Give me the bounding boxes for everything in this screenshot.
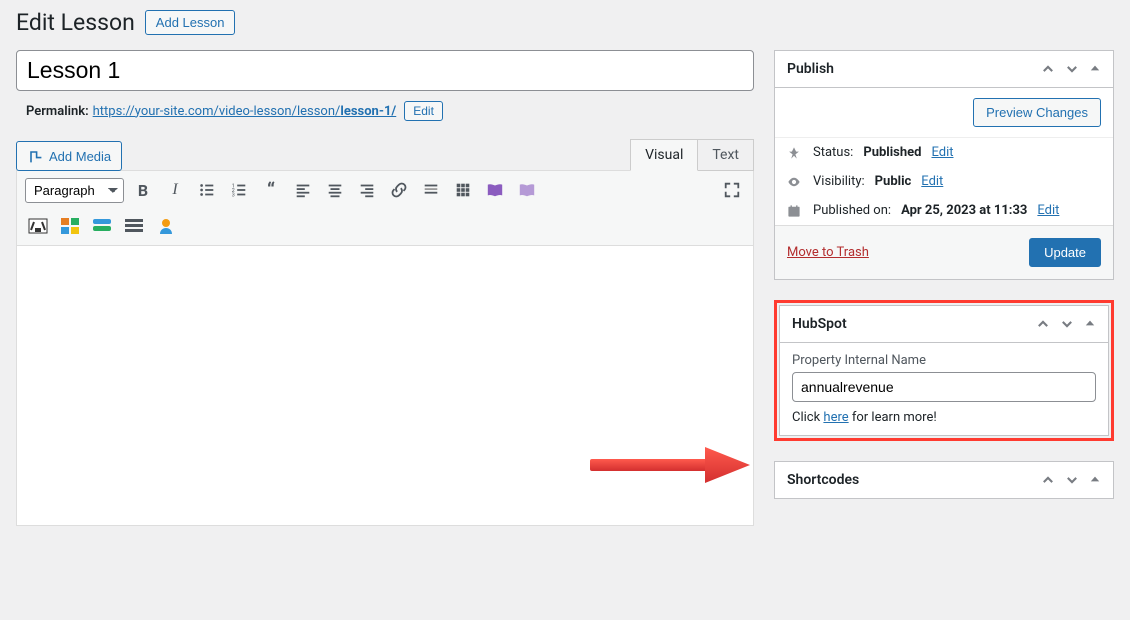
special-icon-4[interactable] [121, 213, 147, 239]
panel-up-icon[interactable] [1041, 473, 1055, 487]
add-media-button[interactable]: Add Media [16, 141, 122, 171]
more-icon[interactable] [418, 177, 444, 203]
toolbar-toggle-icon[interactable] [450, 177, 476, 203]
page-title: Edit Lesson [16, 9, 135, 36]
published-value: Apr 25, 2023 at 11:33 [901, 203, 1027, 218]
bold-icon[interactable]: B [130, 177, 156, 203]
hubspot-panel: HubSpot Property Internal Name Click her… [779, 305, 1109, 436]
tab-text[interactable]: Text [698, 139, 754, 171]
preview-changes-button[interactable]: Preview Changes [973, 98, 1101, 127]
move-to-trash-link[interactable]: Move to Trash [787, 245, 869, 260]
hubspot-here-link[interactable]: here [823, 410, 848, 425]
tab-visual[interactable]: Visual [630, 139, 698, 171]
panel-down-icon[interactable] [1065, 473, 1079, 487]
calendar-icon [787, 204, 803, 218]
panel-up-icon[interactable] [1041, 62, 1055, 76]
italic-icon[interactable]: I [162, 177, 188, 203]
status-edit-link[interactable]: Edit [931, 145, 953, 160]
publish-title: Publish [787, 61, 834, 77]
published-edit-link[interactable]: Edit [1037, 203, 1059, 218]
format-select[interactable]: Paragraph [25, 178, 124, 203]
media-icon [27, 148, 43, 164]
numbered-list-icon[interactable]: 123 [226, 177, 252, 203]
permalink-row: Permalink: https://your-site.com/video-l… [26, 101, 754, 121]
visibility-label: Visibility: [813, 174, 865, 189]
status-value: Published [863, 145, 921, 160]
status-label: Status: [813, 145, 853, 160]
panel-toggle-icon[interactable] [1089, 473, 1101, 487]
permalink-edit-button[interactable]: Edit [404, 101, 443, 121]
panel-down-icon[interactable] [1065, 62, 1079, 76]
panel-down-icon[interactable] [1060, 317, 1074, 331]
visibility-value: Public [875, 174, 912, 189]
publish-panel: Publish Preview Changes Status: Publishe… [774, 50, 1114, 280]
align-left-icon[interactable] [290, 177, 316, 203]
book-closed-icon[interactable] [514, 177, 540, 203]
link-icon[interactable] [386, 177, 412, 203]
special-icon-2[interactable] [57, 213, 83, 239]
hubspot-property-input[interactable] [792, 372, 1096, 402]
editor-toolbar: Paragraph B I 123 “ [16, 170, 754, 246]
eye-icon [787, 175, 803, 189]
shortcodes-panel: Shortcodes [774, 461, 1114, 499]
special-icon-1[interactable] [25, 213, 51, 239]
hubspot-help-text: Click here for learn more! [792, 410, 1096, 425]
align-right-icon[interactable] [354, 177, 380, 203]
hubspot-title: HubSpot [792, 316, 847, 332]
post-title-input[interactable] [16, 50, 754, 91]
hubspot-field-label: Property Internal Name [792, 353, 1096, 368]
panel-toggle-icon[interactable] [1084, 317, 1096, 331]
book-open-icon[interactable] [482, 177, 508, 203]
blockquote-icon[interactable]: “ [258, 177, 284, 203]
published-label: Published on: [813, 203, 891, 218]
special-icon-5[interactable] [153, 213, 179, 239]
special-icon-3[interactable] [89, 213, 115, 239]
fullscreen-icon[interactable] [719, 177, 745, 203]
hubspot-highlight: HubSpot Property Internal Name Click her… [774, 300, 1114, 441]
pin-icon [787, 146, 803, 160]
bullet-list-icon[interactable] [194, 177, 220, 203]
panel-toggle-icon[interactable] [1089, 62, 1101, 76]
editor-body[interactable] [16, 246, 754, 526]
add-lesson-button[interactable]: Add Lesson [145, 10, 236, 35]
visibility-edit-link[interactable]: Edit [921, 174, 943, 189]
panel-up-icon[interactable] [1036, 317, 1050, 331]
svg-text:3: 3 [232, 192, 235, 198]
shortcodes-title: Shortcodes [787, 472, 859, 488]
update-button[interactable]: Update [1029, 238, 1101, 267]
permalink-link[interactable]: https://your-site.com/video-lesson/lesso… [93, 104, 397, 119]
permalink-label: Permalink: [26, 104, 89, 119]
align-center-icon[interactable] [322, 177, 348, 203]
